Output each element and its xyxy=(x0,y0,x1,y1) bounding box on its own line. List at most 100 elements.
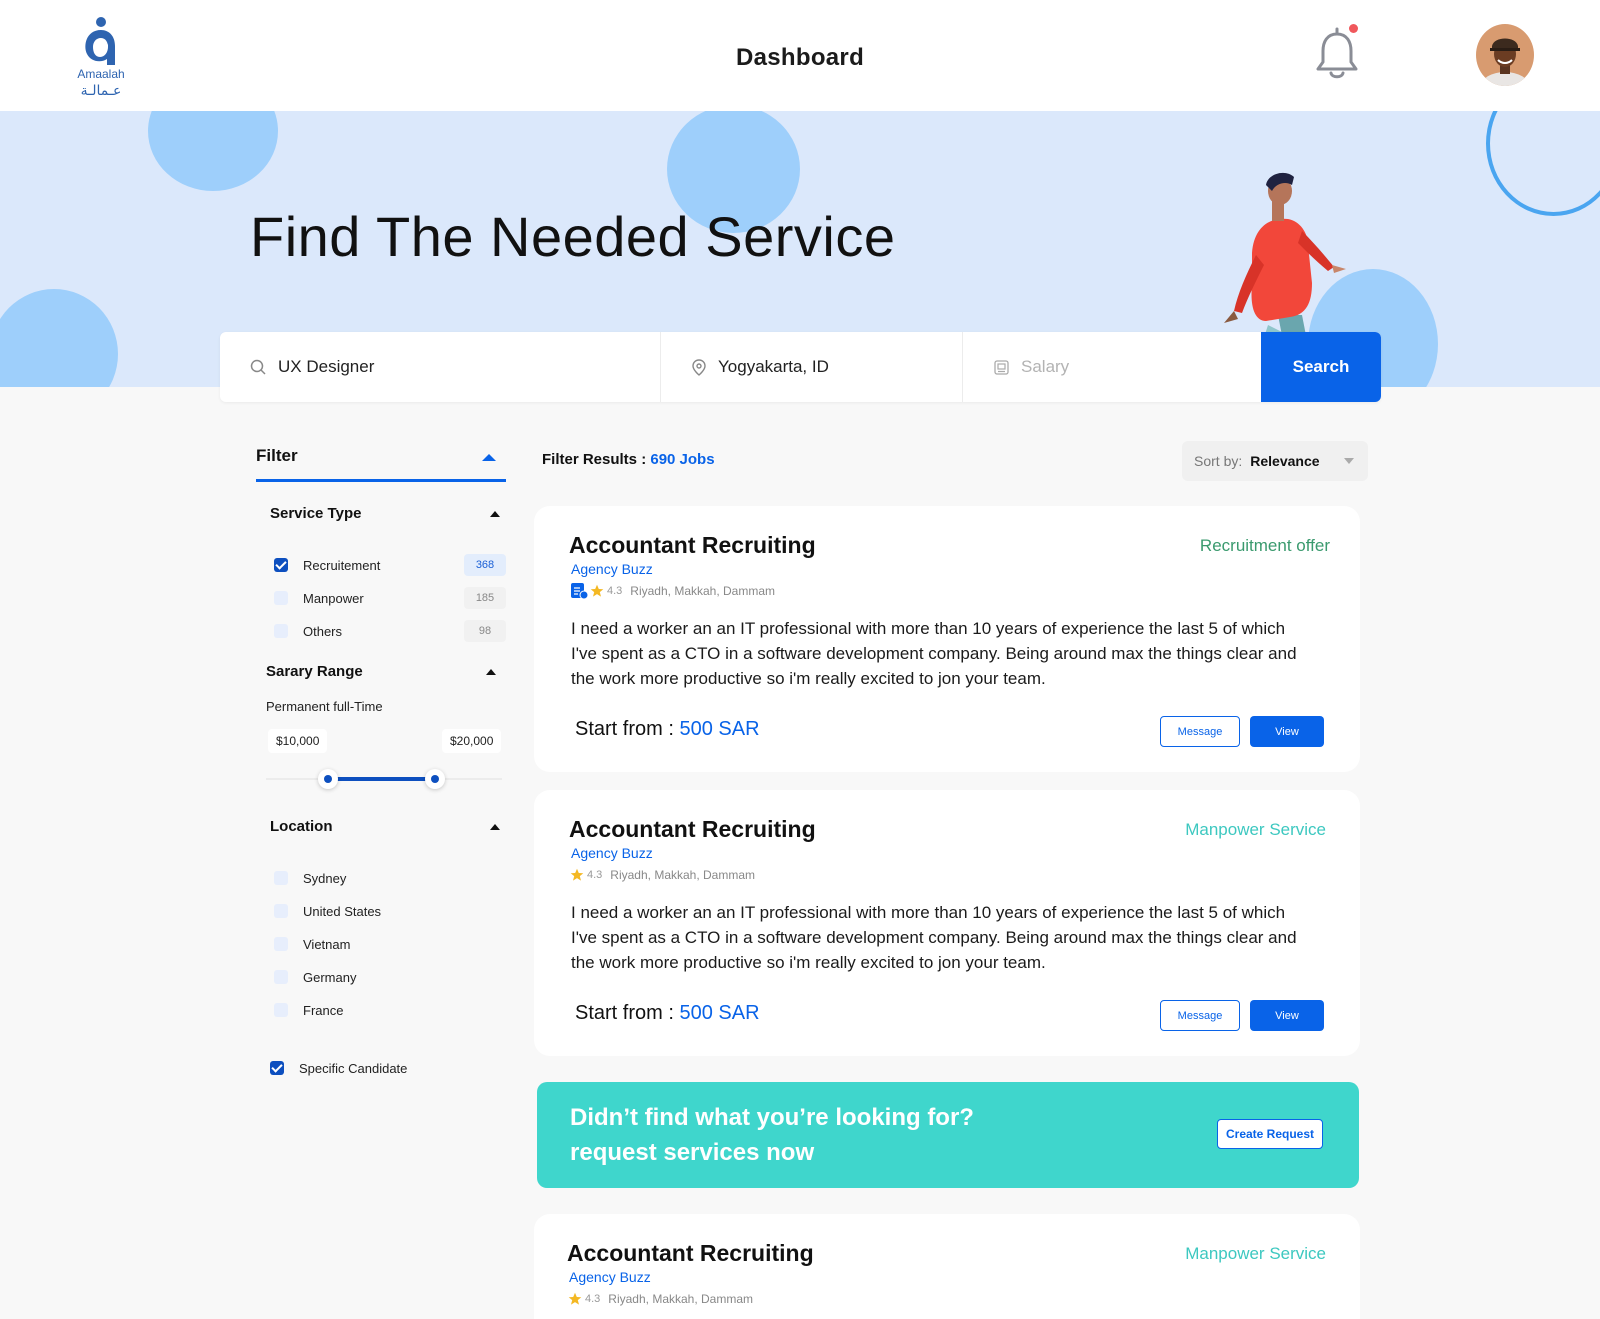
salary-slider-max-handle[interactable] xyxy=(425,769,445,789)
sort-value: Relevance xyxy=(1250,453,1320,469)
page-title: Dashboard xyxy=(735,44,865,71)
collapse-arrow-icon[interactable] xyxy=(490,824,500,830)
checkbox[interactable] xyxy=(274,904,288,918)
salary-icon xyxy=(994,359,1009,375)
job-card[interactable]: Accountant Recruiting Manpower Service A… xyxy=(534,1214,1360,1319)
hero-title: Find The Needed Service xyxy=(250,205,896,268)
collapse-arrow-icon[interactable] xyxy=(486,669,496,675)
view-button[interactable]: View xyxy=(1250,716,1324,747)
job-type-label: Manpower Service xyxy=(1185,1244,1326,1263)
option-label: Germany xyxy=(303,969,357,985)
specific-candidate-option[interactable]: Specific Candidate xyxy=(270,1058,407,1078)
job-title: Accountant Recruiting xyxy=(569,532,816,558)
star-icon xyxy=(590,584,604,597)
option-label: Specific Candidate xyxy=(299,1060,408,1076)
search-button[interactable]: Search xyxy=(1261,332,1381,402)
star-icon xyxy=(568,1292,582,1305)
avatar-image xyxy=(1476,24,1534,86)
agency-link[interactable]: Agency Buzz xyxy=(571,561,653,577)
option-label: Vietnam xyxy=(303,936,351,952)
request-service-banner: Didn’t find what you’re looking for? req… xyxy=(537,1082,1359,1188)
checkbox-checked[interactable] xyxy=(274,558,288,572)
filter-results-label: Filter Results : 690 Jobs xyxy=(542,451,715,468)
results-label-text: Filter Results : xyxy=(542,451,647,468)
option-label: Recruitement xyxy=(303,557,381,573)
price-row: Start from : 500 SAR xyxy=(575,718,760,741)
logo-text-arabic: عـمالـة xyxy=(80,82,122,98)
checkbox[interactable] xyxy=(274,591,288,605)
job-card[interactable]: Accountant Recruiting Recruitment offer … xyxy=(534,506,1360,772)
message-button[interactable]: Message xyxy=(1160,716,1240,747)
location-option-france[interactable]: France xyxy=(274,1000,343,1020)
checkbox[interactable] xyxy=(274,937,288,951)
location-option-sydney[interactable]: Sydney xyxy=(274,868,346,888)
view-button[interactable]: View xyxy=(1250,1000,1324,1031)
search-icon xyxy=(250,359,266,375)
filter-header[interactable]: Filter xyxy=(256,446,506,482)
salary-slider-fill xyxy=(328,777,435,781)
filter-title: Filter xyxy=(256,446,298,465)
user-avatar[interactable] xyxy=(1476,24,1534,86)
verified-icon xyxy=(571,583,588,600)
decor-circle xyxy=(148,111,278,191)
option-count: 98 xyxy=(464,620,506,642)
job-title: Accountant Recruiting xyxy=(567,1240,814,1266)
price-label: Start from : xyxy=(575,718,674,740)
job-type-label: Recruitment offer xyxy=(1199,536,1330,555)
divider xyxy=(962,332,963,402)
service-option-others[interactable]: Others xyxy=(274,621,342,641)
keyword-field[interactable]: UX Designer xyxy=(250,332,650,402)
checkbox[interactable] xyxy=(274,1003,288,1017)
price-label: Start from : xyxy=(575,1002,674,1024)
job-card[interactable]: Accountant Recruiting Manpower Service A… xyxy=(534,790,1360,1056)
rating-value: 4.3 xyxy=(607,585,623,597)
salary-slider-min-handle[interactable] xyxy=(318,769,338,789)
salary-field[interactable]: Salary xyxy=(994,332,1244,402)
service-option-recruitement[interactable]: Recruitement xyxy=(274,555,380,575)
option-label: France xyxy=(303,1002,344,1018)
sort-dropdown[interactable]: Sort by: Relevance xyxy=(1182,441,1368,481)
checkbox-checked[interactable] xyxy=(270,1061,284,1075)
job-title: Accountant Recruiting xyxy=(569,816,816,842)
option-label: United States xyxy=(303,903,382,919)
notification-badge xyxy=(1349,24,1358,33)
keyword-value: UX Designer xyxy=(278,357,375,376)
decor-circle xyxy=(0,289,118,387)
price-row: Start from : 500 SAR xyxy=(575,1002,760,1025)
decor-ring xyxy=(1486,111,1600,216)
salary-range-title: Sarary Range xyxy=(266,663,363,680)
create-request-button[interactable]: Create Request xyxy=(1217,1119,1323,1149)
rating-value: 4.3 xyxy=(587,869,603,881)
checkbox[interactable] xyxy=(274,970,288,984)
collapse-arrow-icon[interactable] xyxy=(482,454,496,461)
location-field[interactable]: Yogyakarta, ID xyxy=(692,332,952,402)
results-count: 690 Jobs xyxy=(650,451,715,468)
option-label: Sydney xyxy=(303,870,347,886)
location-pin-icon xyxy=(692,358,706,376)
job-locations: Riyadh, Makkah, Dammam xyxy=(610,868,756,882)
location-option-united-states[interactable]: United States xyxy=(274,901,381,921)
agency-link[interactable]: Agency Buzz xyxy=(571,845,653,861)
checkbox[interactable] xyxy=(274,871,288,885)
location-option-germany[interactable]: Germany xyxy=(274,967,356,987)
collapse-arrow-icon[interactable] xyxy=(490,511,500,517)
message-button[interactable]: Message xyxy=(1160,1000,1240,1031)
job-meta: 4.3 Riyadh, Makkah, Dammam xyxy=(568,1290,753,1308)
cta-line-1: Didn’t find what you’re looking for? xyxy=(570,1104,974,1131)
price-value: 500 SAR xyxy=(679,1002,760,1024)
salary-min-chip: $10,000 xyxy=(268,729,328,753)
service-option-manpower[interactable]: Manpower xyxy=(274,588,364,608)
location-option-vietnam[interactable]: Vietnam xyxy=(274,934,350,954)
job-description: I need a worker an an IT professional wi… xyxy=(571,903,1297,972)
option-count: 185 xyxy=(464,587,506,609)
checkbox[interactable] xyxy=(274,624,288,638)
agency-link[interactable]: Agency Buzz xyxy=(569,1269,651,1285)
rating-value: 4.3 xyxy=(585,1293,601,1305)
job-meta: 4.3 Riyadh, Makkah, Dammam xyxy=(570,582,775,600)
price-value: 500 SAR xyxy=(679,718,760,740)
location-title: Location xyxy=(270,818,333,835)
option-count: 368 xyxy=(464,554,506,576)
cta-line-2: request services now xyxy=(570,1139,815,1166)
service-type-title: Service Type xyxy=(270,505,362,522)
filter-underline xyxy=(256,479,506,482)
